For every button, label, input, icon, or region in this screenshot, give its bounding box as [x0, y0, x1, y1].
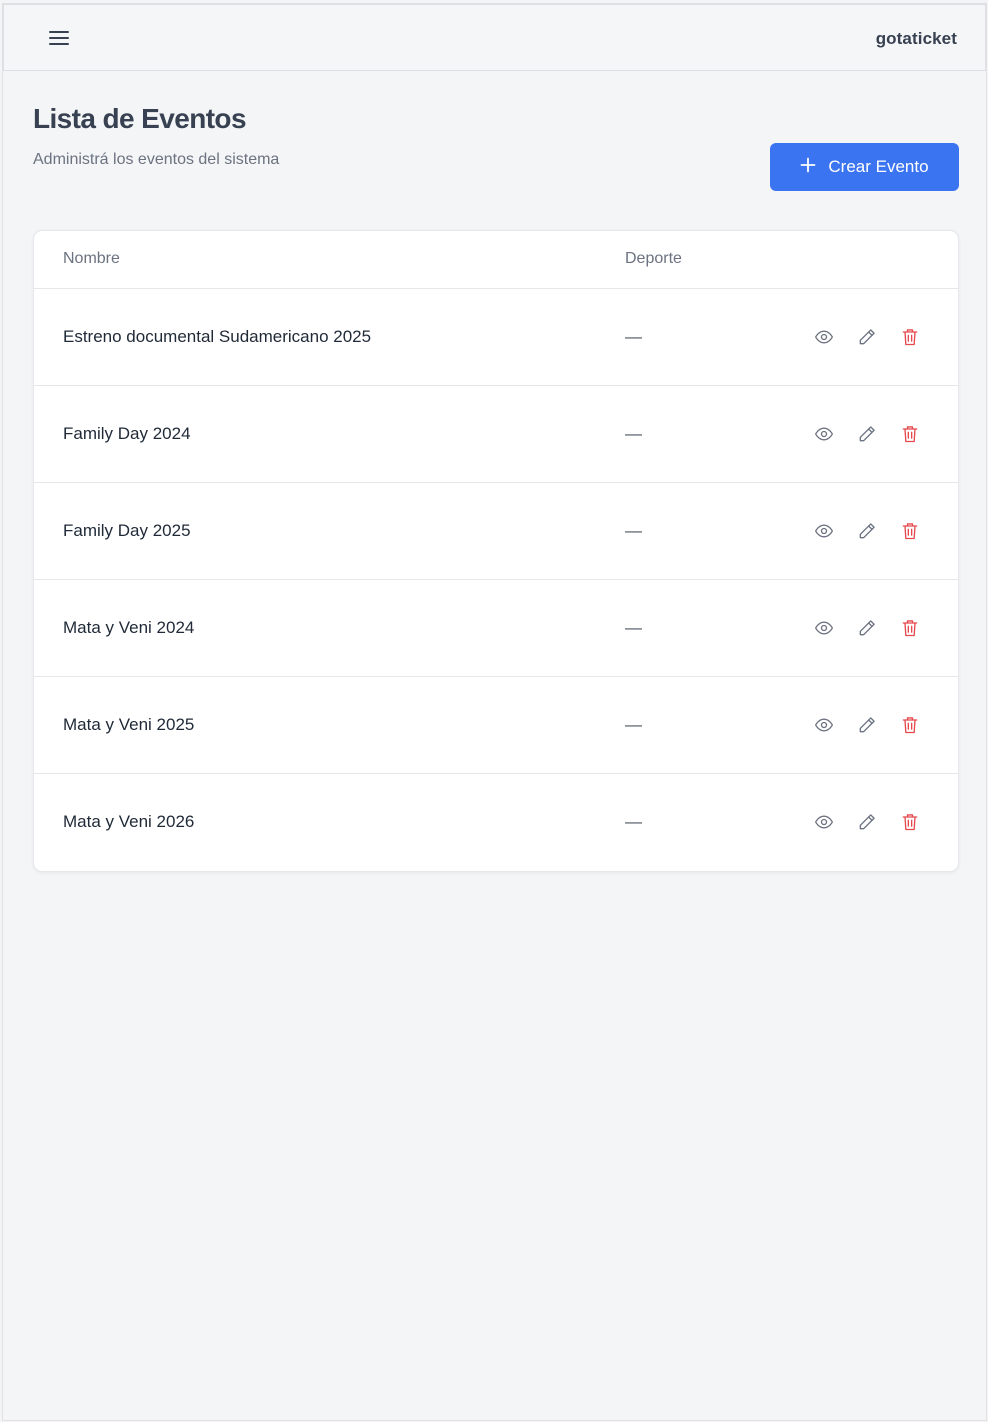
events-table: Nombre Deporte Estreno documental Sudame… — [33, 230, 959, 872]
trash-icon[interactable] — [898, 810, 921, 833]
table-row: Mata y Veni 2025 — — [34, 677, 958, 774]
create-event-button[interactable]: Crear Evento — [770, 143, 959, 191]
pencil-icon[interactable] — [855, 616, 878, 639]
table-body: Estreno documental Sudamericano 2025 — F… — [34, 289, 958, 871]
page-title: Lista de Eventos — [33, 103, 247, 134]
brand-name[interactable]: gotaticket — [876, 29, 957, 49]
trash-icon[interactable] — [898, 713, 921, 736]
table-row: Mata y Veni 2024 — — [34, 580, 958, 677]
event-sport: — — [625, 424, 642, 443]
trash-icon[interactable] — [898, 616, 921, 639]
pencil-icon[interactable] — [855, 422, 878, 445]
trash-icon[interactable] — [898, 519, 921, 542]
pencil-icon[interactable] — [855, 325, 878, 348]
pencil-icon[interactable] — [855, 713, 878, 736]
row-actions — [812, 713, 921, 736]
eye-icon[interactable] — [812, 616, 835, 639]
event-sport: — — [625, 812, 642, 831]
plus-icon — [800, 155, 816, 177]
event-name: Family Day 2024 — [63, 424, 191, 443]
top-bar: gotaticket — [3, 4, 986, 71]
eye-icon[interactable] — [812, 810, 835, 833]
event-sport: — — [625, 618, 642, 637]
hamburger-icon[interactable] — [46, 25, 72, 51]
event-sport: — — [625, 327, 642, 346]
row-actions — [812, 422, 921, 445]
table-row: Mata y Veni 2026 — — [34, 774, 958, 871]
create-event-label: Crear Evento — [828, 157, 929, 176]
pencil-icon[interactable] — [855, 519, 878, 542]
event-name: Family Day 2025 — [63, 521, 191, 540]
table-row: Estreno documental Sudamericano 2025 — — [34, 289, 958, 386]
event-name: Estreno documental Sudamericano 2025 — [63, 327, 372, 346]
event-name: Mata y Veni 2025 — [63, 715, 195, 734]
page-subtitle: Administrá los eventos del sistema — [33, 151, 280, 168]
row-actions — [812, 519, 921, 542]
event-sport: — — [625, 521, 642, 540]
row-actions — [812, 616, 921, 639]
event-sport: — — [625, 715, 642, 734]
eye-icon[interactable] — [812, 422, 835, 445]
trash-icon[interactable] — [898, 325, 921, 348]
trash-icon[interactable] — [898, 422, 921, 445]
eye-icon[interactable] — [812, 713, 835, 736]
event-name: Mata y Veni 2024 — [63, 618, 195, 637]
eye-icon[interactable] — [812, 519, 835, 542]
table-row: Family Day 2025 — — [34, 483, 958, 580]
column-header-nombre: Nombre — [63, 250, 120, 267]
row-actions — [812, 325, 921, 348]
eye-icon[interactable] — [812, 325, 835, 348]
row-actions — [812, 810, 921, 833]
column-header-deporte: Deporte — [625, 250, 682, 267]
table-header: Nombre Deporte — [34, 231, 958, 289]
event-name: Mata y Veni 2026 — [63, 812, 195, 831]
table-row: Family Day 2024 — — [34, 386, 958, 483]
pencil-icon[interactable] — [855, 810, 878, 833]
